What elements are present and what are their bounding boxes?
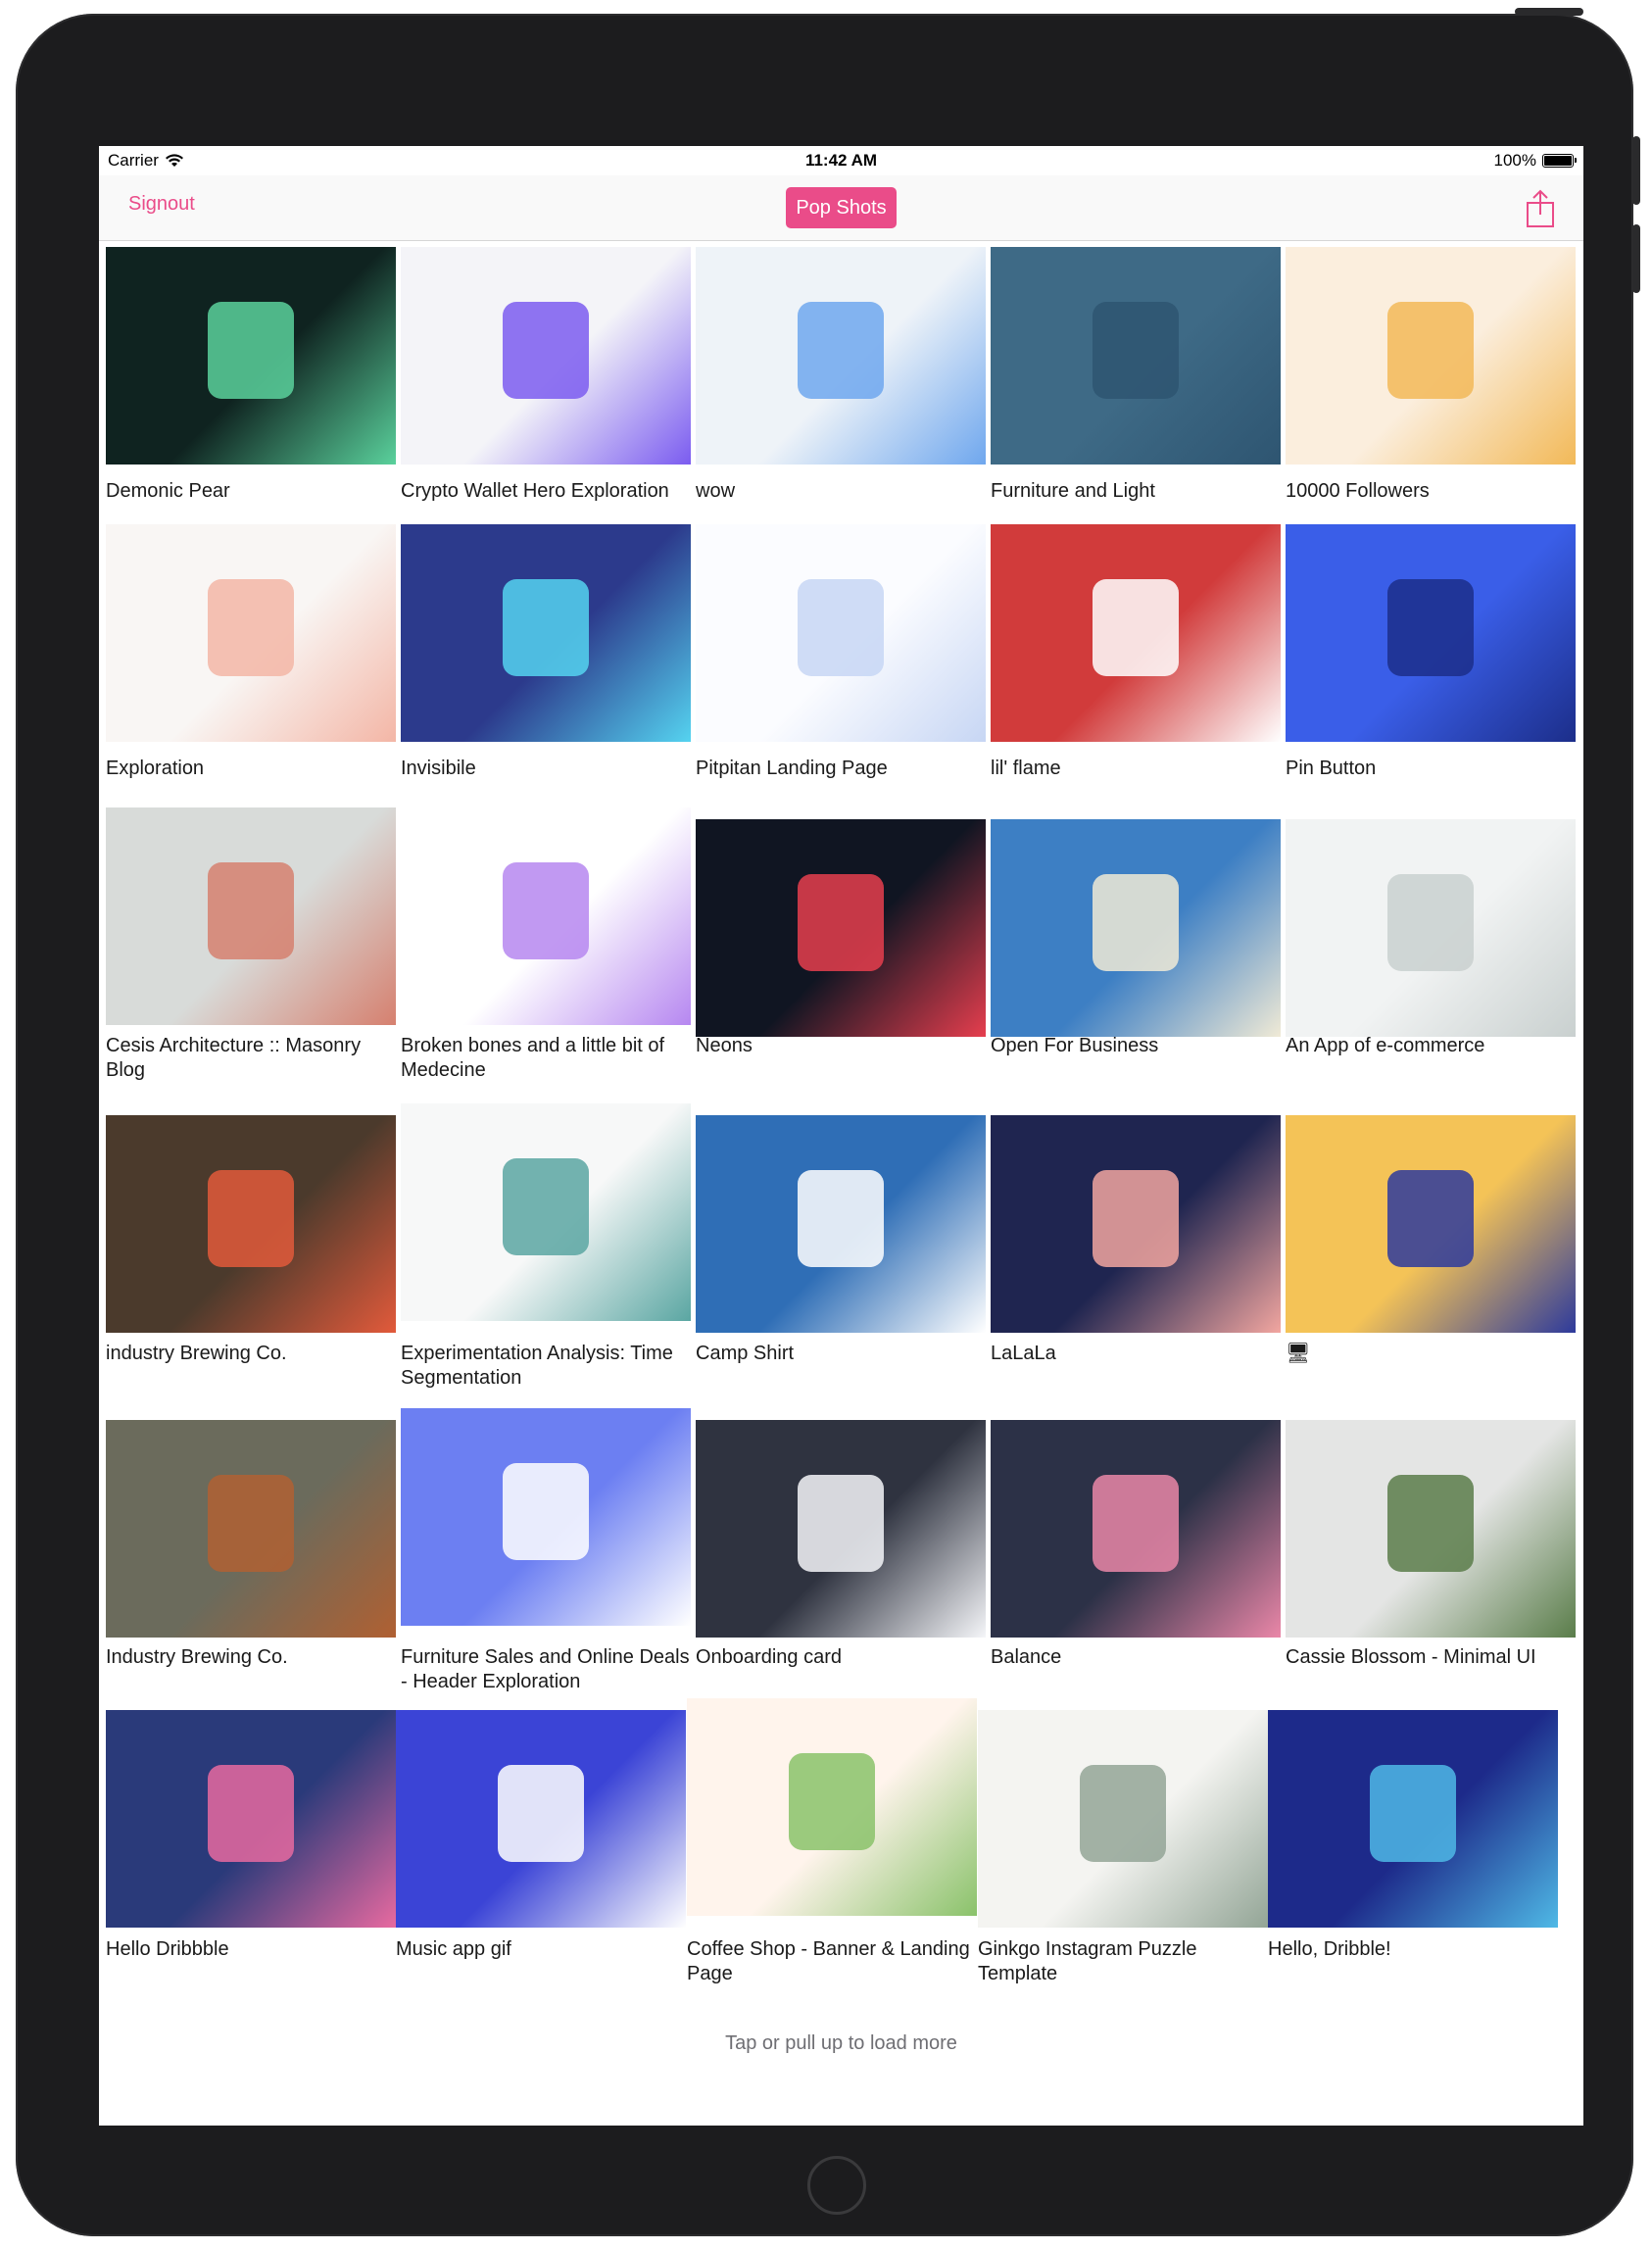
shot-title: An App of e-commerce [1286, 1035, 1485, 1056]
shot-thumbnail[interactable] [106, 1420, 396, 1638]
shot-title: Ginkgo Instagram Puzzle Template [978, 1938, 1197, 1984]
shot-title: Pin Button [1286, 758, 1377, 779]
shot-title: Broken bones and a little bit of Medecin… [401, 1035, 665, 1081]
shot-title: wow [696, 480, 736, 502]
shot-title: Open For Business [991, 1035, 1159, 1056]
shot-title: Neons [696, 1035, 753, 1056]
shot-thumbnail[interactable] [1286, 1420, 1576, 1638]
thumbnail-artwork [788, 1752, 876, 1851]
thumbnail-artwork [1092, 873, 1180, 972]
thumbnail-artwork [207, 1474, 295, 1573]
thumbnail-artwork [797, 578, 885, 677]
thumbnail-artwork [1386, 873, 1475, 972]
shot-thumbnail[interactable] [1268, 1710, 1558, 1928]
thumbnail-artwork [1079, 1764, 1167, 1863]
shot-title: Cassie Blossom - Minimal UI [1286, 1646, 1536, 1668]
shot-thumbnail[interactable] [696, 1420, 986, 1638]
thumbnail-artwork [502, 1157, 590, 1256]
thumbnail-artwork [1386, 1474, 1475, 1573]
shot-thumbnail[interactable] [991, 247, 1281, 465]
shot-thumbnail[interactable] [991, 819, 1281, 1037]
shot-thumbnail[interactable] [401, 524, 691, 742]
shot-title: Experimentation Analysis: Time Segmentat… [401, 1343, 673, 1389]
shots-grid: Demonic Pear Crypto Wallet Hero Explorati… [99, 146, 1583, 2126]
shot-thumbnail[interactable] [106, 807, 396, 1025]
thumbnail-artwork [797, 1474, 885, 1573]
shot-title: Furniture and Light [991, 480, 1155, 502]
home-button[interactable] [807, 2156, 866, 2215]
shot-thumbnail[interactable] [1286, 1115, 1576, 1333]
shot-thumbnail[interactable] [401, 1408, 691, 1626]
thumbnail-artwork [797, 1169, 885, 1268]
thumbnail-artwork [207, 578, 295, 677]
shot-title: Hello Dribbble [106, 1938, 229, 1960]
shot-thumbnail[interactable] [1286, 524, 1576, 742]
shot-thumbnail[interactable] [687, 1698, 977, 1916]
thumbnail-artwork [1369, 1764, 1457, 1863]
shot-title: lil' flame [991, 758, 1061, 779]
thumbnail-artwork [1092, 1169, 1180, 1268]
shot-title: 🖥 [1286, 1343, 1311, 1364]
shot-title: 10000 Followers [1286, 480, 1430, 502]
shot-title: Furniture Sales and Online Deals - Heade… [401, 1646, 690, 1692]
thumbnail-artwork [1386, 578, 1475, 677]
app-screen: Carrier 11:42 AM 100% Signout Pop Shots [99, 146, 1583, 2126]
volume-down-button [1632, 224, 1640, 293]
shot-thumbnail[interactable] [401, 247, 691, 465]
shot-title: Demonic Pear [106, 480, 230, 502]
power-button [1515, 8, 1583, 16]
shot-thumbnail[interactable] [106, 1115, 396, 1333]
thumbnail-artwork [497, 1764, 585, 1863]
shot-thumbnail[interactable] [696, 819, 986, 1037]
shot-thumbnail[interactable] [991, 524, 1281, 742]
shot-title: Music app gif [396, 1938, 511, 1960]
shot-thumbnail[interactable] [396, 1710, 686, 1928]
shot-thumbnail[interactable] [991, 1420, 1281, 1638]
shot-thumbnail[interactable] [401, 1103, 691, 1321]
thumbnail-artwork [207, 301, 295, 400]
shot-thumbnail[interactable] [106, 524, 396, 742]
shot-title: industry Brewing Co. [106, 1343, 287, 1364]
shot-thumbnail[interactable] [991, 1115, 1281, 1333]
shot-title: Coffee Shop - Banner & Landing Page [687, 1938, 970, 1984]
shot-title: LaLaLa [991, 1343, 1056, 1364]
shot-title: Hello, Dribble! [1268, 1938, 1391, 1960]
thumbnail-artwork [502, 301, 590, 400]
shot-title: Camp Shirt [696, 1343, 795, 1364]
shot-title: Balance [991, 1646, 1062, 1668]
shot-thumbnail[interactable] [978, 1710, 1268, 1928]
load-more-label[interactable]: Tap or pull up to load more [99, 2032, 1583, 2055]
thumbnail-artwork [797, 873, 885, 972]
thumbnail-artwork [1092, 301, 1180, 400]
thumbnail-artwork [207, 1169, 295, 1268]
thumbnail-artwork [797, 301, 885, 400]
shot-title: Crypto Wallet Hero Exploration [401, 480, 669, 502]
ipad-device-frame: Carrier 11:42 AM 100% Signout Pop Shots [16, 8, 1640, 2236]
volume-up-button [1632, 136, 1640, 205]
shot-thumbnail[interactable] [401, 807, 691, 1025]
thumbnail-artwork [207, 1764, 295, 1863]
shot-thumbnail[interactable] [106, 247, 396, 465]
thumbnail-artwork [1092, 578, 1180, 677]
thumbnail-artwork [1386, 301, 1475, 400]
shot-title: Cesis Architecture :: Masonry Blog [106, 1035, 362, 1081]
shot-thumbnail[interactable] [696, 524, 986, 742]
shot-title: Pitpitan Landing Page [696, 758, 888, 779]
thumbnail-artwork [502, 861, 590, 960]
thumbnail-artwork [502, 578, 590, 677]
shot-title: Exploration [106, 758, 205, 779]
shot-thumbnail[interactable] [1286, 247, 1576, 465]
thumbnail-artwork [1092, 1474, 1180, 1573]
shot-thumbnail[interactable] [106, 1710, 396, 1928]
thumbnail-artwork [207, 861, 295, 960]
shot-thumbnail[interactable] [696, 1115, 986, 1333]
shot-title: Onboarding card [696, 1646, 842, 1668]
shot-thumbnail[interactable] [1286, 819, 1576, 1037]
thumbnail-artwork [502, 1462, 590, 1561]
shot-title: Industry Brewing Co. [106, 1646, 288, 1668]
thumbnail-artwork [1386, 1169, 1475, 1268]
shot-thumbnail[interactable] [696, 247, 986, 465]
shot-title: Invisibile [401, 758, 476, 779]
